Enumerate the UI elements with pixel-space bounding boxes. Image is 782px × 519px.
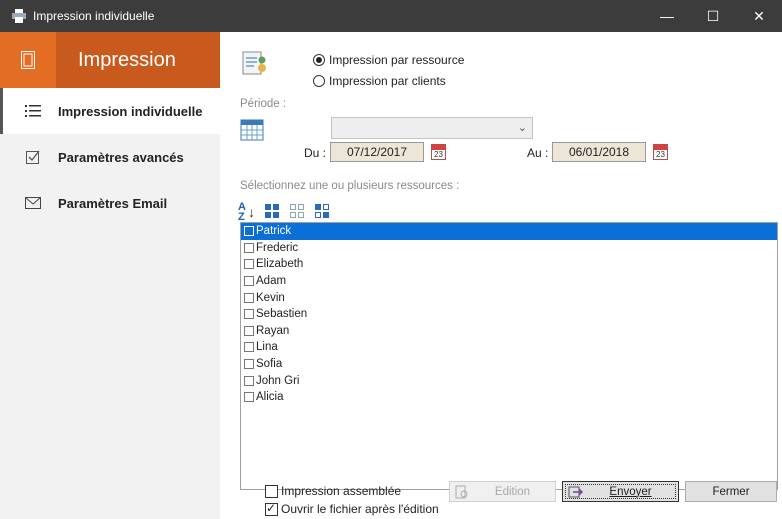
- chevron-down-icon: ⌄: [517, 122, 527, 134]
- fermer-button[interactable]: Fermer: [685, 481, 777, 502]
- calendar-icon: [240, 117, 264, 141]
- preview-icon: [455, 485, 469, 502]
- edition-button-label: Edition: [494, 485, 531, 498]
- au-label: Au :: [527, 146, 549, 160]
- title-bar: Impression individuelle — ☐ ✕: [0, 0, 782, 32]
- assembled-checkbox[interactable]: [265, 484, 278, 498]
- select-all-icon[interactable]: [264, 203, 280, 222]
- radio-par-clients[interactable]: Impression par clients: [313, 74, 446, 88]
- calendar-day: 23: [434, 150, 443, 159]
- sidebar: Impression Impression individuelle Param…: [0, 32, 220, 519]
- resources-label: Sélectionnez une ou plusieurs ressources…: [240, 180, 460, 192]
- envoyer-button-label: Envoyer: [609, 485, 652, 498]
- checkbox-icon: [24, 149, 42, 165]
- list-item-checkbox[interactable]: [244, 292, 254, 303]
- list-item[interactable]: Patrick: [241, 223, 777, 240]
- main-content: Impression par ressource Impression par …: [220, 32, 782, 519]
- list-item[interactable]: Kevin: [241, 289, 777, 306]
- window-title: Impression individuelle: [33, 9, 155, 23]
- du-calendar-button[interactable]: 23: [431, 144, 446, 160]
- sort-az-icon[interactable]: AZ: [238, 202, 246, 223]
- list-toolbar: AZ ↓: [238, 202, 330, 223]
- assembled-checkbox-row[interactable]: Impression assemblée: [265, 484, 401, 498]
- list-item-checkbox[interactable]: [244, 259, 254, 270]
- list-item-checkbox[interactable]: [244, 242, 254, 253]
- du-label: Du :: [304, 146, 327, 160]
- list-item-checkbox[interactable]: [244, 359, 254, 370]
- assembled-label: Impression assemblée: [281, 484, 402, 498]
- au-calendar-button[interactable]: 23: [653, 144, 668, 160]
- list-item-checkbox[interactable]: [244, 276, 254, 287]
- list-item-label: Kevin: [256, 291, 285, 304]
- printer-icon: [11, 9, 27, 23]
- maximize-button[interactable]: ☐: [690, 0, 736, 32]
- envelope-icon: [24, 195, 42, 211]
- list-item-checkbox[interactable]: [244, 226, 254, 237]
- list-item[interactable]: Sebastien: [241, 306, 777, 323]
- list-item-checkbox[interactable]: [244, 309, 254, 320]
- au-date-value: 06/01/2018: [568, 145, 630, 159]
- list-item-checkbox[interactable]: [244, 342, 254, 353]
- radio-button[interactable]: [313, 54, 325, 66]
- sidebar-item-impression-individuelle[interactable]: Impression individuelle: [0, 88, 220, 134]
- list-item-label: Rayan: [256, 324, 290, 337]
- radio-par-ressource[interactable]: Impression par ressource: [313, 53, 464, 67]
- sidebar-title: Impression: [78, 48, 176, 71]
- list-item-label: Adam: [256, 275, 287, 288]
- au-date-field[interactable]: 06/01/2018: [552, 142, 646, 162]
- list-item-checkbox[interactable]: [244, 392, 254, 403]
- sidebar-item-parametres-avances[interactable]: Paramètres avancés: [0, 134, 220, 180]
- send-icon: [568, 485, 584, 502]
- list-item[interactable]: Rayan: [241, 323, 777, 340]
- periode-label: Période :: [240, 98, 287, 110]
- list-icon: [24, 103, 42, 119]
- film-icon: [0, 32, 56, 88]
- list-item[interactable]: Adam: [241, 273, 777, 290]
- list-item-label: John Gri: [256, 374, 300, 387]
- resource-list[interactable]: Patrick Frederic Elizabeth Adam Kevin Se…: [240, 222, 778, 490]
- invert-selection-icon[interactable]: [314, 203, 330, 222]
- close-button[interactable]: ✕: [736, 0, 782, 32]
- calendar-day: 23: [656, 150, 665, 159]
- list-item[interactable]: Alicia: [241, 389, 777, 406]
- list-item-label: Patrick: [256, 225, 292, 238]
- list-item-checkbox[interactable]: [244, 325, 254, 336]
- sidebar-item-label: Paramètres Email: [58, 195, 168, 211]
- envoyer-button[interactable]: Envoyer: [562, 481, 679, 502]
- list-item-label: Lina: [256, 341, 278, 354]
- list-item-label: Sebastien: [256, 308, 308, 321]
- radio-label: Impression par ressource: [329, 53, 465, 67]
- sidebar-header: Impression: [0, 32, 220, 88]
- sidebar-item-parametres-email[interactable]: Paramètres Email: [0, 180, 220, 226]
- list-item-label: Alicia: [256, 391, 284, 404]
- open-file-label: Ouvrir le fichier après l'édition: [281, 502, 439, 516]
- list-item-label: Sofia: [256, 358, 283, 371]
- du-date-field[interactable]: 07/12/2017: [330, 142, 424, 162]
- fermer-button-label: Fermer: [712, 485, 750, 498]
- radio-button[interactable]: [313, 75, 325, 87]
- edition-button[interactable]: Edition: [449, 481, 556, 502]
- radio-label: Impression par clients: [329, 74, 446, 88]
- deselect-all-icon[interactable]: [289, 203, 305, 222]
- list-item-label: Frederic: [256, 241, 299, 254]
- list-item[interactable]: John Gri: [241, 372, 777, 389]
- sort-arrow-icon[interactable]: ↓: [248, 204, 255, 220]
- sidebar-item-label: Paramètres avancés: [58, 149, 184, 165]
- report-icon: [241, 50, 269, 78]
- open-file-checkbox-row[interactable]: Ouvrir le fichier après l'édition: [265, 501, 439, 516]
- minimize-button[interactable]: —: [644, 0, 690, 32]
- list-item[interactable]: Frederic: [241, 240, 777, 257]
- list-item-checkbox[interactable]: [244, 375, 254, 386]
- open-file-checkbox[interactable]: [265, 501, 278, 516]
- list-item[interactable]: Sofia: [241, 356, 777, 373]
- list-item-label: Elizabeth: [256, 258, 304, 271]
- list-item[interactable]: Elizabeth: [241, 256, 777, 273]
- sidebar-item-label: Impression individuelle: [58, 103, 203, 119]
- list-item[interactable]: Lina: [241, 339, 777, 356]
- periode-select[interactable]: ⌄: [331, 117, 533, 139]
- du-date-value: 07/12/2017: [346, 145, 408, 159]
